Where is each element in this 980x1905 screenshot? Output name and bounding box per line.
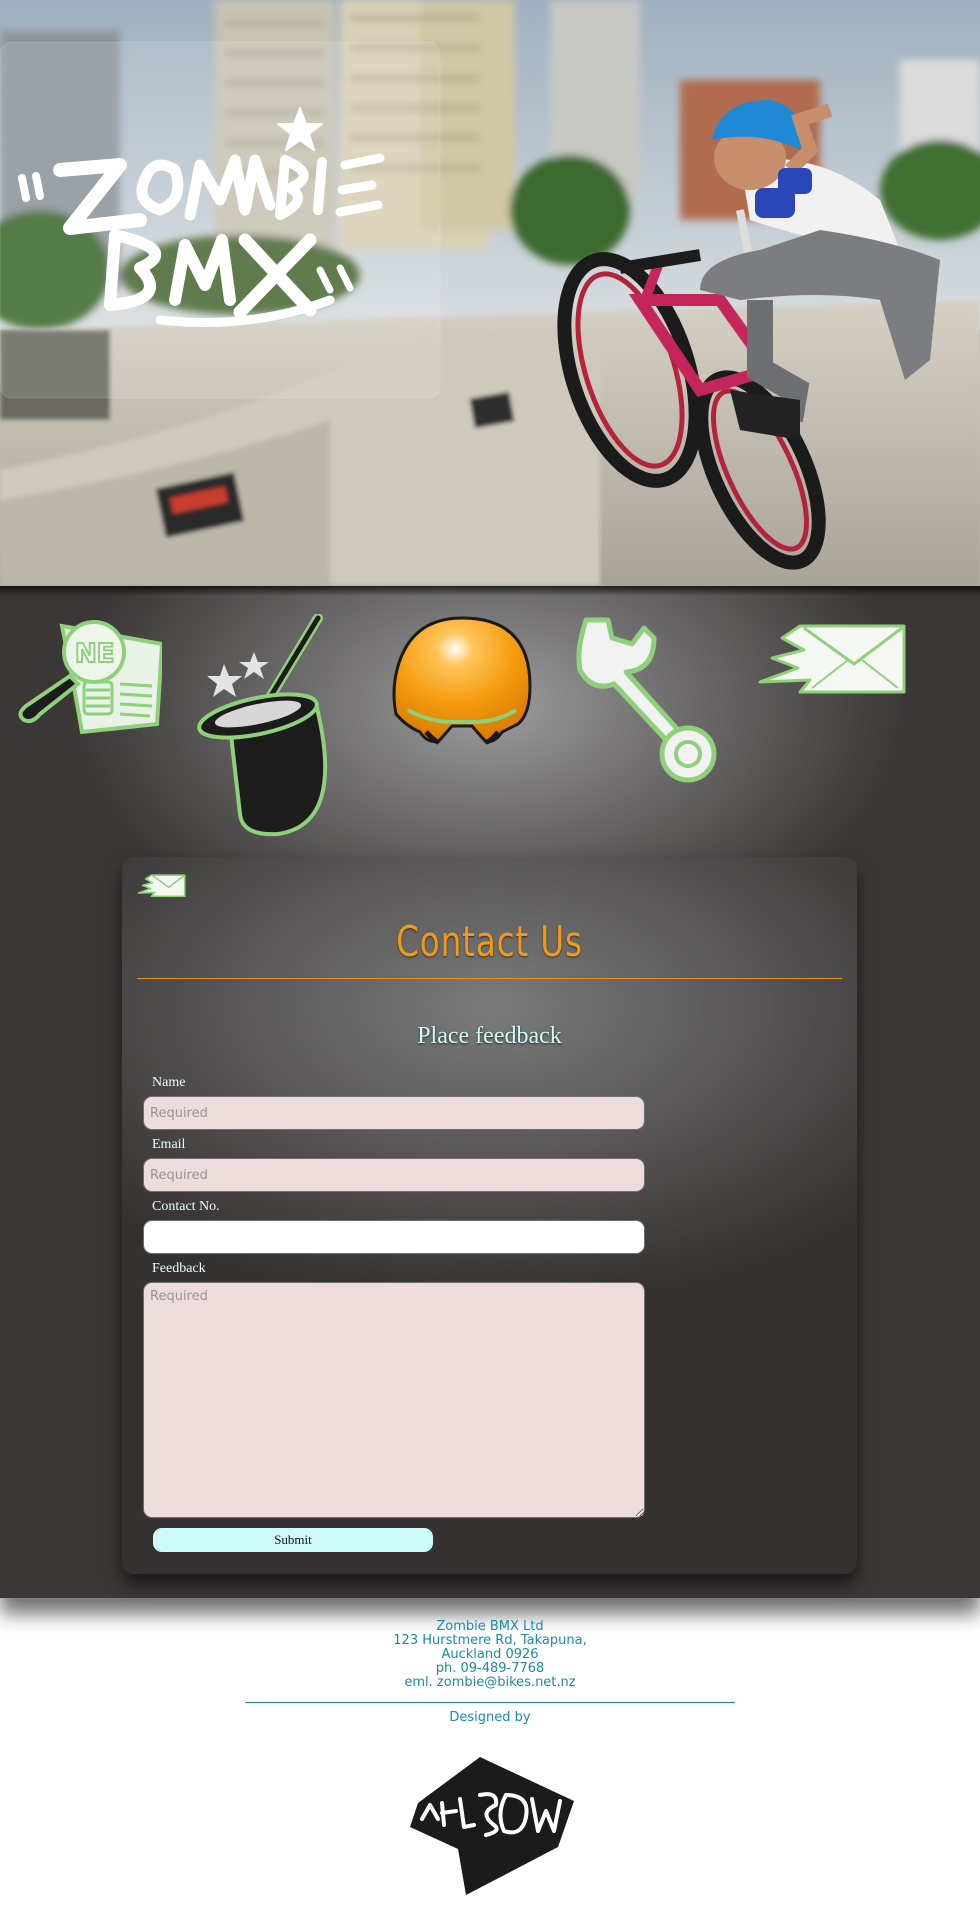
- address-line-1: 123 Hurstmere Rd, Takapuna,: [393, 1633, 587, 1648]
- contact-number-input[interactable]: [143, 1220, 645, 1254]
- mail-icon: [758, 624, 906, 694]
- phone-number: ph. 09-489-7768: [435, 1661, 545, 1676]
- wrench-icon: [576, 617, 717, 783]
- designed-by-label: Designed by: [449, 1710, 531, 1725]
- designer-logo[interactable]: [408, 1755, 576, 1901]
- company-name: Zombie BMX Ltd: [436, 1619, 544, 1634]
- email-address: eml. zombie@bikes.net.nz: [404, 1675, 576, 1690]
- nav-contact[interactable]: [758, 622, 908, 698]
- contact-panel: Contact Us Place feedback Name Email Con…: [122, 857, 857, 1574]
- contact-number-label: Contact No.: [152, 1199, 220, 1214]
- magic-hat-icon: [197, 613, 328, 837]
- submit-button[interactable]: Submit: [153, 1528, 433, 1552]
- mail-icon: [137, 873, 186, 903]
- feedback-label: Feedback: [152, 1261, 206, 1276]
- footer: Zombie BMX Ltd 123 Hurstmere Rd, Takapun…: [0, 1620, 980, 1690]
- footer-divider: [245, 1702, 735, 1703]
- name-input[interactable]: [143, 1096, 645, 1130]
- title-divider: [137, 978, 842, 979]
- email-label: Email: [152, 1137, 186, 1152]
- name-label: Name: [152, 1075, 186, 1090]
- hero-photo: [0, 0, 980, 586]
- feedback-textarea[interactable]: [143, 1282, 645, 1518]
- nav-gear[interactable]: [390, 614, 534, 754]
- page: NE Contact Us Place feedback Name Requir…: [0, 0, 980, 1905]
- nav-magic[interactable]: [196, 613, 356, 840]
- hero-banner: [0, 0, 980, 586]
- designer-logo-icon: [410, 1757, 574, 1895]
- form-heading: Place feedback: [417, 1023, 562, 1049]
- email-input[interactable]: [143, 1158, 645, 1192]
- newspaper-magnifier-icon: NE: [18, 620, 165, 735]
- page-title: Contact Us: [396, 917, 583, 966]
- nav-news[interactable]: NE: [12, 614, 165, 735]
- nav-service[interactable]: [572, 614, 722, 784]
- address-line-2: Auckland 0926: [441, 1647, 539, 1662]
- helmet-icon: [392, 616, 532, 745]
- svg-text:NE: NE: [75, 639, 115, 669]
